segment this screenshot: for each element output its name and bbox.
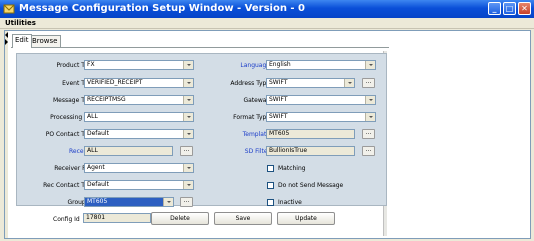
chevron-down-icon[interactable] [344,79,354,87]
event-type-select[interactable]: VERIFIED_RECEIPT [84,78,194,88]
receiver-value: ALL [87,147,98,154]
chevron-down-icon[interactable] [365,113,375,121]
save-button[interactable]: Save [214,212,272,225]
title-bar[interactable]: Message Configuration Setup Window - Ver… [0,0,534,18]
chevron-down-icon[interactable] [183,181,193,189]
grouping-value: MT605 [87,198,108,205]
do-not-send-label: Do not Send Message [278,182,344,189]
address-type-browse-button[interactable]: ... [362,78,375,88]
language-select[interactable]: English [266,60,376,70]
window-title: Message Configuration Setup Window - Ver… [19,3,306,14]
message-type-select[interactable]: RECEIPTMSG [84,95,194,105]
gateway-select[interactable]: SWIFT [266,95,376,105]
close-button[interactable]: ✕ [518,2,531,15]
po-contact-type-select[interactable]: Default [84,129,194,139]
config-id-field: 17801 [83,213,151,223]
receiver-browse-button[interactable]: ... [180,146,193,156]
config-form-panel: Product Type FX Event Type VERIFIED_RECE… [16,53,387,207]
chevron-down-icon[interactable] [183,61,193,69]
menu-bar: Utilities [0,18,534,29]
gateway-value: SWIFT [269,96,288,103]
chevron-down-icon[interactable] [183,130,193,138]
address-type-select[interactable]: SWIFT [266,78,355,88]
format-type-label: Format Type [233,114,270,121]
collapse-left-icon[interactable] [5,32,8,38]
template-field[interactable]: MT605 [266,129,355,139]
matching-checkbox[interactable] [267,165,274,172]
tab-strip-line [11,47,389,48]
template-value: MT605 [269,130,290,137]
event-type-value: VERIFIED_RECEIPT [87,79,143,86]
app-icon [3,4,15,14]
processing-org-select[interactable]: ALL [84,112,194,122]
receiver-role-select[interactable]: Agent [84,163,194,173]
chevron-down-icon[interactable] [183,113,193,121]
delete-button[interactable]: Delete [151,212,209,225]
maximize-button[interactable]: □ [503,2,516,15]
chevron-down-icon[interactable] [183,79,193,87]
processing-org-value: ALL [87,113,98,120]
tab-browse[interactable]: Browse [29,35,61,47]
tab-edit[interactable]: Edit [12,34,32,48]
product-type-select[interactable]: FX [84,60,194,70]
format-type-value: SWIFT [269,113,288,120]
config-id-value: 17801 [86,214,106,221]
chevron-down-icon[interactable] [183,96,193,104]
collapse-splitter[interactable] [5,31,8,238]
format-type-select[interactable]: SWIFT [266,112,376,122]
inactive-label: Inactive [278,199,302,206]
rec-contact-type-value: Default [87,181,109,188]
language-value: English [269,61,291,68]
sd-filter-browse-button[interactable]: ... [362,146,375,156]
client-area: Edit Browse Product Type FX Event Type V… [4,30,531,239]
update-button[interactable]: Update [277,212,335,225]
receiver-field[interactable]: ALL [84,146,173,156]
grouping-select[interactable]: MT605 [84,197,174,207]
po-contact-type-value: Default [87,130,109,137]
rec-contact-type-select[interactable]: Default [84,180,194,190]
inactive-checkbox[interactable] [267,199,274,206]
do-not-send-checkbox[interactable] [267,182,274,189]
chevron-down-icon[interactable] [365,96,375,104]
message-type-value: RECEIPTMSG [87,96,126,103]
sd-filter-value: BullionIsTrue [269,147,308,154]
sd-filter-field[interactable]: BullionIsTrue [266,146,355,156]
product-type-value: FX [87,61,95,68]
receiver-role-value: Agent [87,164,105,171]
menu-utilities[interactable]: Utilities [5,19,36,27]
address-type-label: Address Type [230,80,270,87]
template-browse-button[interactable]: ... [362,129,375,139]
chevron-down-icon[interactable] [183,164,193,172]
matching-label: Matching [278,165,306,172]
application-window: Message Configuration Setup Window - Ver… [0,0,534,241]
chevron-down-icon[interactable] [163,198,173,206]
chevron-down-icon[interactable] [365,61,375,69]
expand-right-icon[interactable] [5,39,8,45]
config-id-label: Config Id [53,216,80,223]
grouping-browse-button[interactable]: ... [180,197,193,207]
minimize-button[interactable]: _ [488,2,501,15]
address-type-value: SWIFT [269,79,288,86]
